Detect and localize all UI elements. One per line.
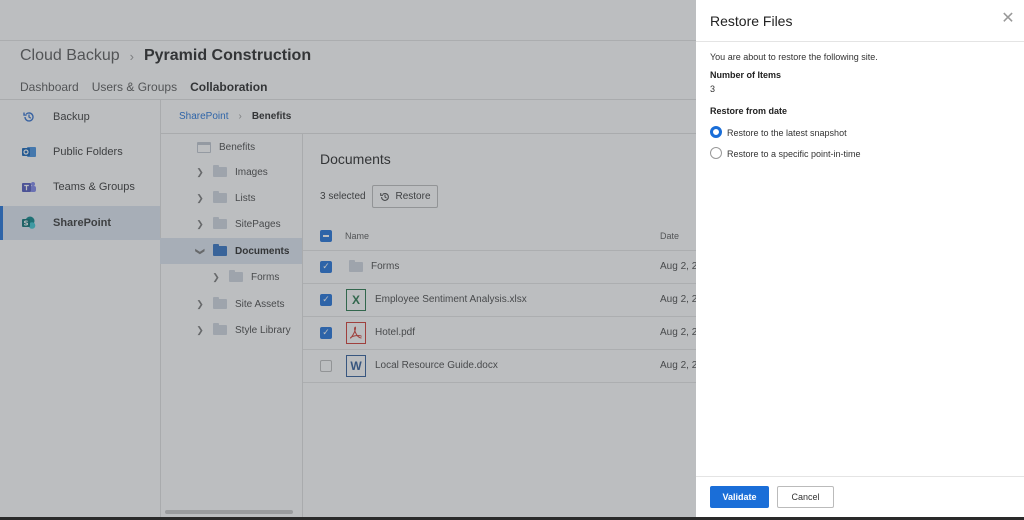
restore-intro-text: You are about to restore the following s… — [710, 52, 878, 62]
latest-snapshot-radio[interactable] — [710, 126, 722, 138]
validate-button[interactable]: Validate — [710, 486, 769, 508]
point-in-time-label[interactable]: Restore to a specific point-in-time — [727, 149, 861, 159]
divider — [696, 476, 1024, 477]
cancel-button[interactable]: Cancel — [777, 486, 834, 508]
close-icon[interactable]: ✕ — [1001, 11, 1015, 27]
divider — [696, 41, 1024, 42]
point-in-time-radio[interactable] — [710, 147, 722, 159]
latest-snapshot-label[interactable]: Restore to the latest snapshot — [727, 128, 847, 138]
restore-files-panel: Restore Files ✕ You are about to restore… — [696, 0, 1024, 520]
panel-title: Restore Files — [710, 13, 793, 29]
number-of-items-label: Number of Items — [710, 70, 782, 80]
restore-from-date-label: Restore from date — [710, 106, 788, 116]
number-of-items-value: 3 — [710, 84, 716, 94]
